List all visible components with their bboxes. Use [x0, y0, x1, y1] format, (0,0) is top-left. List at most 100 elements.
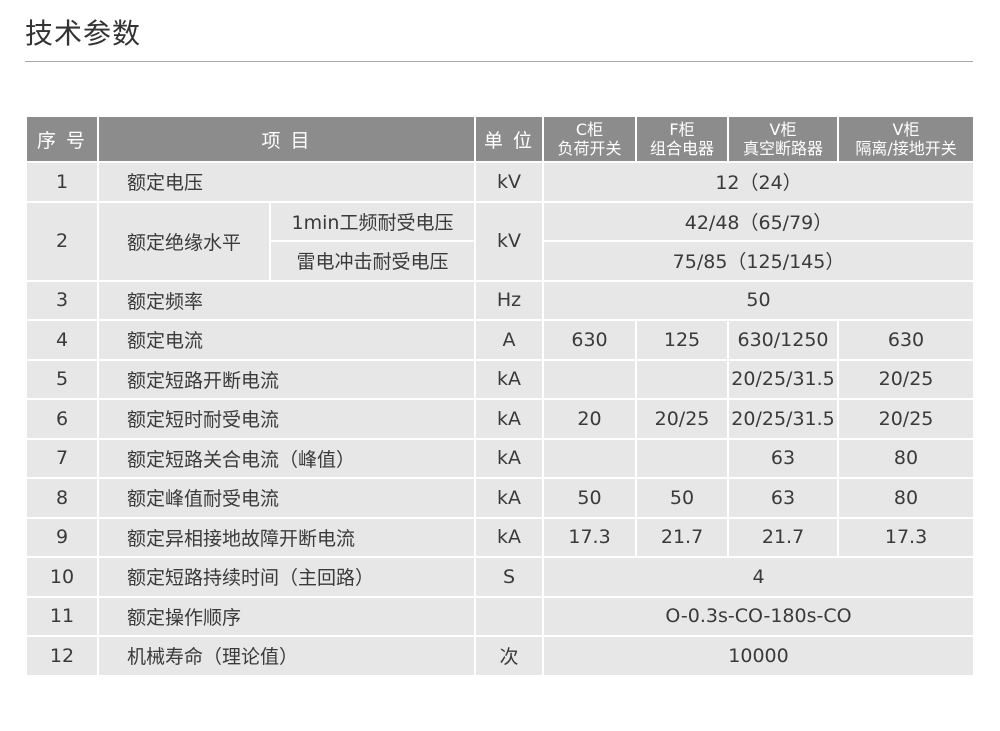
header-cabinet-vi-desc: 隔离/接地开关: [855, 139, 957, 158]
table-row: 10 额定短路持续时间（主回路） S 4: [25, 556, 976, 598]
row-item: 额定电压: [96, 161, 477, 203]
row-value: 4: [542, 556, 976, 598]
row-value-f: [635, 358, 730, 400]
row-subitem: 雷电冲击耐受电压: [268, 240, 477, 282]
row-value-c: 50: [542, 477, 638, 519]
row-item: 额定短时耐受电流: [96, 398, 477, 440]
row-item: 额定短路开断电流: [96, 358, 477, 400]
row-item: 额定操作顺序: [96, 595, 477, 637]
row-unit: A: [474, 319, 545, 361]
row-value-c: 17.3: [542, 516, 638, 558]
table-row: 12 机械寿命（理论值） 次 10000: [25, 635, 976, 677]
row-unit: [474, 595, 545, 637]
header-item: 项 目: [96, 115, 477, 163]
header-cabinet-f-desc: 组合电器: [650, 139, 715, 158]
table-row: 11 额定操作顺序 O-0.3s-CO-180s-CO: [25, 595, 976, 637]
table-row: 6 额定短时耐受电流 kA 20 20/25 20/25/31.5 20/25: [25, 398, 976, 440]
row-unit: kA: [474, 398, 545, 440]
table-row: 8 额定峰值耐受电流 kA 50 50 63 80: [25, 477, 976, 519]
title-divider: [25, 61, 973, 62]
row-seq: 12: [25, 635, 99, 677]
row-seq: 5: [25, 358, 99, 400]
row-seq: 6: [25, 398, 99, 440]
row-value-c: [542, 437, 638, 479]
row-value: 10000: [542, 635, 976, 677]
row-value-v: 20/25/31.5: [727, 358, 840, 400]
header-cabinet-c-desc: 负荷开关: [557, 139, 622, 158]
row-item: 额定绝缘水平: [97, 200, 271, 282]
row-value-v: 21.7: [727, 516, 840, 558]
table-row: 5 额定短路开断电流 kA 20/25/31.5 20/25: [25, 358, 976, 400]
row-seq: 7: [25, 437, 99, 479]
table-row: 9 额定异相接地故障开断电流 kA 17.3 21.7 21.7 17.3: [25, 516, 976, 558]
row-value: 42/48（65/79）: [542, 200, 976, 242]
row-item: 额定电流: [96, 319, 477, 361]
row-unit: Hz: [474, 279, 545, 321]
row-seq: 10: [25, 556, 99, 598]
row-item: 额定短路持续时间（主回路）: [96, 556, 477, 598]
row-unit: kA: [474, 358, 545, 400]
row-subitem: 1min工频耐受电压: [268, 200, 477, 242]
row-seq: 2: [25, 200, 99, 282]
row-seq: 9: [25, 516, 99, 558]
header-cabinet-vi-type: V柜: [892, 120, 920, 139]
table-row: 2 额定绝缘水平 1min工频耐受电压 kV 42/48（65/79）: [25, 200, 976, 282]
row-value-vi: 17.3: [837, 516, 976, 558]
row-unit: kA: [474, 477, 545, 519]
table-row: 7 额定短路关合电流（峰值） kA 63 80: [25, 437, 976, 479]
row-value-vi: 80: [837, 437, 976, 479]
row-value: 50: [542, 279, 976, 321]
row-item: 额定短路关合电流（峰值）: [96, 437, 477, 479]
header-cabinet-c: C柜 负荷开关: [542, 115, 638, 163]
table-row: 4 额定电流 A 630 125 630/1250 630: [25, 319, 976, 361]
row-item: 额定异相接地故障开断电流: [96, 516, 477, 558]
row-value-c: 630: [542, 319, 638, 361]
row-value-c: [542, 358, 638, 400]
header-unit: 单 位: [474, 115, 545, 163]
row-value-vi: 20/25: [837, 398, 976, 440]
row-value: 12（24）: [542, 161, 976, 203]
table-row: 1 额定电压 kV 12（24）: [25, 161, 976, 203]
row-value-f: 21.7: [635, 516, 730, 558]
spec-table: 序 号 项 目 单 位 C柜 负荷开关 F柜 组合电器 V柜 真空断路器 V柜 …: [25, 115, 976, 677]
row-value-vi: 630: [837, 319, 976, 361]
row-item: 额定频率: [96, 279, 477, 321]
row-item: 机械寿命（理论值）: [96, 635, 477, 677]
row-seq: 3: [25, 279, 99, 321]
header-cabinet-v-type: V柜: [769, 120, 797, 139]
row-unit: kA: [474, 516, 545, 558]
header-cabinet-f-type: F柜: [669, 120, 695, 139]
row-seq: 11: [25, 595, 99, 637]
row-unit: 次: [474, 635, 545, 677]
row-seq: 4: [25, 319, 99, 361]
row-item: 额定峰值耐受电流: [96, 477, 477, 519]
header-cabinet-f: F柜 组合电器: [635, 115, 730, 163]
row-value-v: 20/25/31.5: [727, 398, 840, 440]
row-unit: S: [474, 556, 545, 598]
header-seq: 序 号: [25, 115, 99, 163]
header-cabinet-v: V柜 真空断路器: [727, 115, 840, 163]
row-value: O-0.3s-CO-180s-CO: [542, 595, 976, 637]
row-value-v: 63: [727, 477, 840, 519]
row-value-v: 63: [727, 437, 840, 479]
row-value-f: 50: [635, 477, 730, 519]
row-unit: kV: [474, 200, 545, 282]
table-row: 3 额定频率 Hz 50: [25, 279, 976, 321]
row-unit: kV: [474, 161, 545, 203]
row-value-vi: 80: [837, 477, 976, 519]
row-value: 75/85（125/145）: [542, 240, 976, 282]
row-seq: 1: [25, 161, 99, 203]
row-value-f: [635, 437, 730, 479]
header-row: 序 号 项 目 单 位 C柜 负荷开关 F柜 组合电器 V柜 真空断路器 V柜 …: [25, 115, 976, 163]
row-unit: kA: [474, 437, 545, 479]
row-value-c: 20: [542, 398, 638, 440]
row-value-f: 20/25: [635, 398, 730, 440]
page-title: 技术参数: [25, 17, 142, 50]
header-cabinet-v-desc: 真空断路器: [743, 139, 824, 158]
header-cabinet-c-type: C柜: [575, 120, 604, 139]
row-seq: 8: [25, 477, 99, 519]
row-value-f: 125: [635, 319, 730, 361]
header-cabinet-vi: V柜 隔离/接地开关: [837, 115, 976, 163]
row-value-vi: 20/25: [837, 358, 976, 400]
row-value-v: 630/1250: [727, 319, 840, 361]
